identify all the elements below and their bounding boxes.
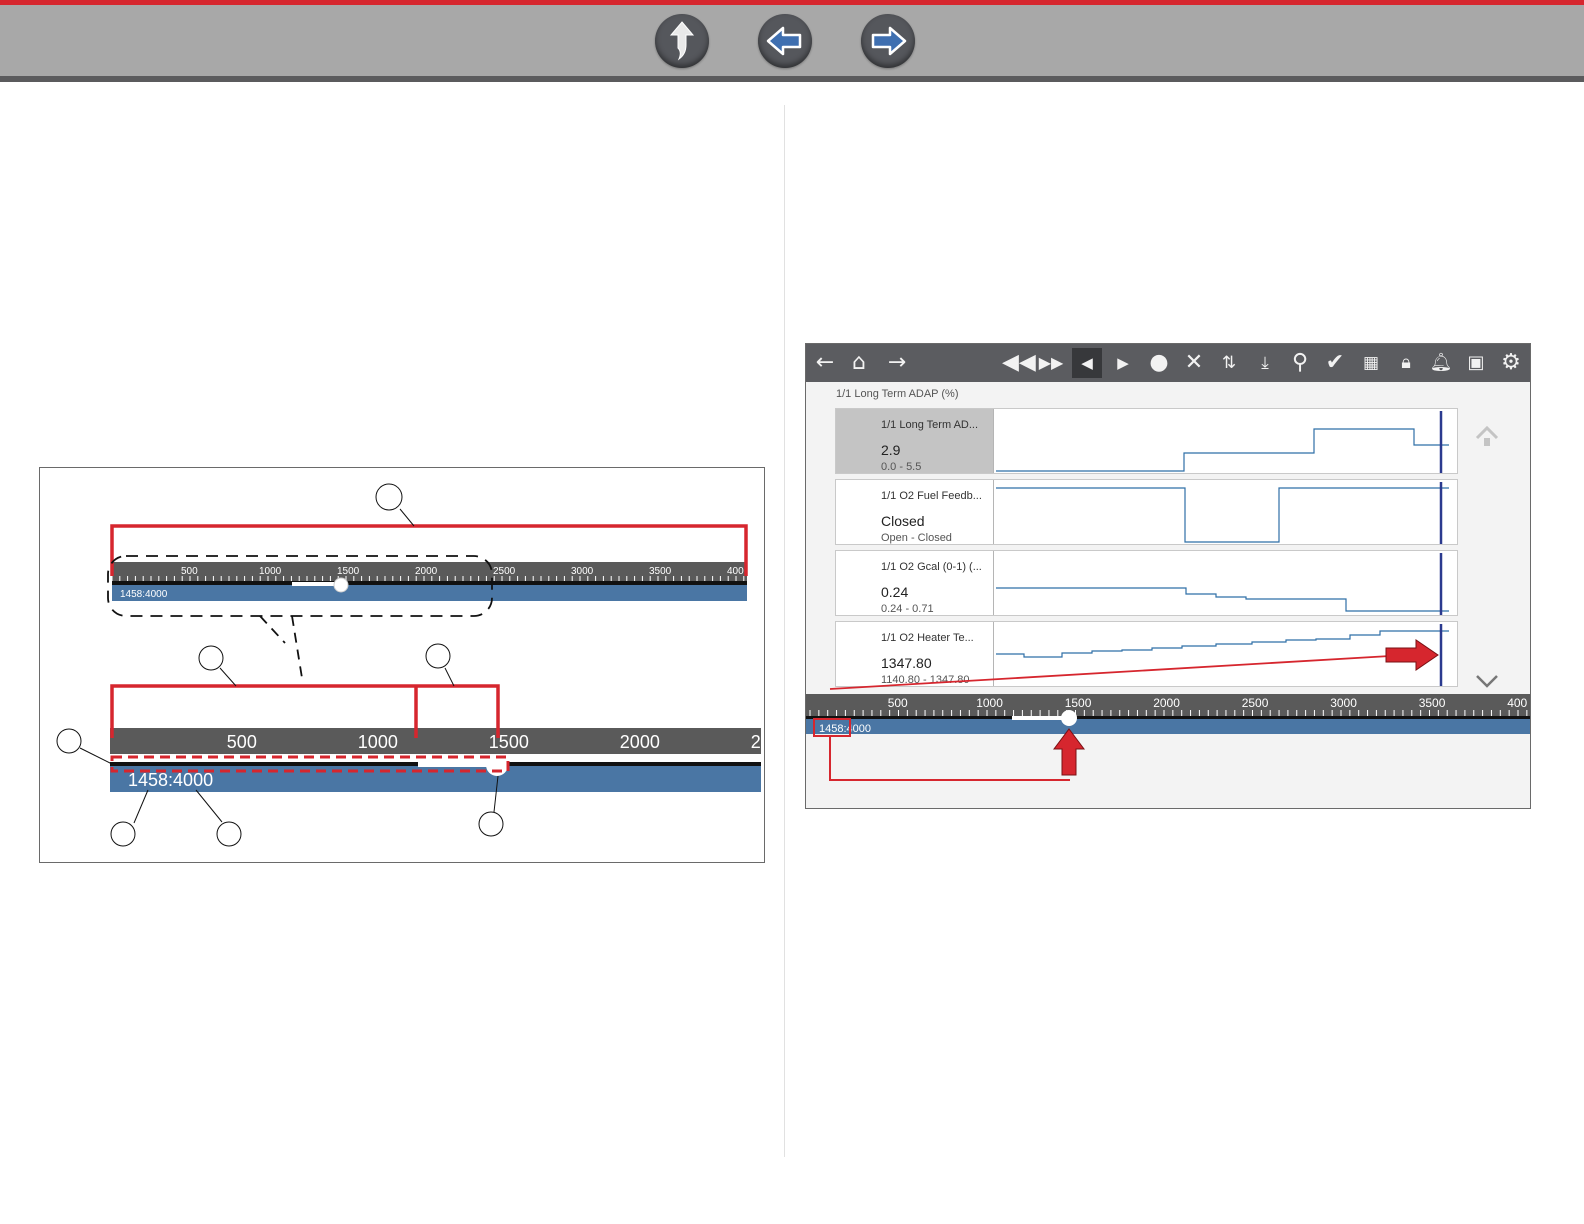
overview-ruler: 500 1000 1500 2000 2500 3000 3500 400 1458:4000 bbox=[111, 562, 747, 601]
right-arrow-icon bbox=[1385, 639, 1439, 671]
callout-2 bbox=[198, 645, 224, 671]
ruler-label: 3000 bbox=[571, 566, 594, 577]
ruler-label: 3500 bbox=[649, 566, 672, 577]
ruler-label: 0 bbox=[96, 732, 106, 752]
callout-4 bbox=[56, 728, 82, 754]
annotation-overlay bbox=[813, 639, 1439, 781]
callout-1 bbox=[375, 483, 403, 511]
zoomed-counter: 1458:4000 bbox=[128, 770, 213, 790]
callout-7 bbox=[478, 811, 504, 837]
up-arrow-icon bbox=[669, 21, 695, 61]
up-button[interactable] bbox=[655, 14, 709, 68]
forward-button[interactable] bbox=[861, 14, 915, 68]
overview-slider-handle[interactable] bbox=[333, 577, 349, 593]
top-nav-bar bbox=[0, 0, 1584, 82]
ruler-label: 1500 bbox=[489, 732, 529, 752]
back-arrow-icon bbox=[766, 26, 802, 56]
top-red-stripe bbox=[0, 0, 1584, 5]
ruler-label: 500 bbox=[181, 566, 198, 577]
data-graph-screen: ← ⌂ → ◀◀ ▶▶ ◀ ▶ ● ✕ ⇅ ⤓ ⚲ ✔ ▦ 🔒︎ 🔔︎ ▣ ⚙ … bbox=[805, 343, 1531, 809]
zoom-slider-diagram: 500 1000 1500 2000 2500 3000 3500 400 1458:4000… bbox=[39, 467, 765, 863]
back-button[interactable] bbox=[758, 14, 812, 68]
overview-counter: 1458:4000 bbox=[120, 589, 168, 600]
column-divider bbox=[784, 105, 785, 1157]
ruler-label: 1500 bbox=[337, 566, 360, 577]
callout-5 bbox=[110, 821, 136, 847]
callout-3 bbox=[425, 643, 451, 669]
ruler-label: 2500 bbox=[493, 566, 516, 577]
up-arrow-indicator-icon bbox=[1053, 728, 1085, 776]
ruler-label: 2 bbox=[751, 732, 761, 752]
zoomed-ruler: 0 500 1000 1500 2000 2 1458:4000 bbox=[96, 728, 761, 792]
ruler-label: 400 bbox=[727, 566, 744, 577]
ruler-label: 1000 bbox=[259, 566, 282, 577]
nav-bar-bottom-stripe bbox=[0, 76, 1584, 82]
ruler-label: 2000 bbox=[415, 566, 438, 577]
ruler-label: 1000 bbox=[358, 732, 398, 752]
ruler-label: 500 bbox=[227, 732, 257, 752]
callout-6 bbox=[216, 821, 242, 847]
ruler-label: 2000 bbox=[620, 732, 660, 752]
forward-arrow-icon bbox=[871, 26, 907, 56]
